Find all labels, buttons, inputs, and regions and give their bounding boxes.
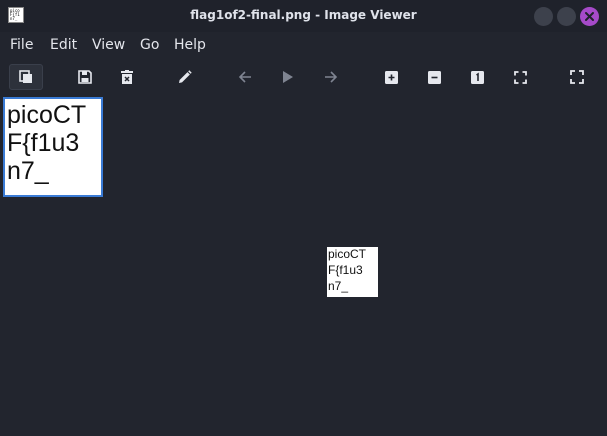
back-arrow-icon	[238, 71, 251, 83]
image-thumbnail[interactable]: picoCT F{f1u3 n7_	[3, 97, 103, 197]
save-icon	[78, 70, 92, 84]
menu-help[interactable]: Help	[174, 37, 206, 53]
edit-button[interactable]	[172, 65, 196, 89]
original-size-button[interactable]	[465, 65, 489, 89]
previous-button[interactable]	[233, 65, 257, 89]
zoom-in-button[interactable]	[379, 65, 403, 89]
next-button[interactable]	[319, 65, 343, 89]
image-line: F{f1u3	[328, 263, 363, 277]
image-gallery-icon	[19, 70, 32, 83]
title-bar: pico F{f1 n7_ flag1of2-final.png - Image…	[0, 0, 607, 32]
close-button[interactable]	[580, 7, 599, 26]
menu-view[interactable]: View	[92, 37, 125, 53]
thumbnail-image-text: picoCT F{f1u3 n7_	[5, 99, 101, 185]
close-icon	[585, 12, 594, 21]
maximize-button[interactable]	[557, 7, 576, 26]
thumbnail-line: picoCT	[7, 101, 87, 129]
forward-arrow-icon	[325, 71, 338, 83]
image-line: picoCT	[328, 247, 367, 261]
slideshow-button[interactable]	[276, 65, 300, 89]
displayed-image-text: picoCT F{f1u3 n7_	[327, 247, 378, 294]
edit-icon	[178, 69, 192, 83]
zoom-out-button[interactable]	[422, 65, 446, 89]
fit-window-icon	[513, 70, 527, 84]
delete-button[interactable]	[115, 65, 139, 89]
window-title: flag1of2-final.png - Image Viewer	[190, 8, 417, 22]
delete-icon	[121, 69, 133, 84]
image-line: n7_	[328, 279, 349, 293]
fit-window-button[interactable]	[508, 65, 532, 89]
menu-go[interactable]: Go	[140, 37, 159, 53]
toolbar	[0, 58, 607, 94]
save-button[interactable]	[73, 65, 97, 89]
displayed-image: picoCT F{f1u3 n7_	[327, 247, 378, 297]
thumbnail-line: F{f1u3	[7, 129, 80, 157]
fullscreen-button[interactable]	[565, 65, 589, 89]
thumbnail-line: n7_	[7, 157, 49, 185]
menu-edit[interactable]: Edit	[50, 37, 77, 53]
zoom-in-icon	[384, 70, 398, 84]
fullscreen-icon	[570, 70, 584, 84]
minimize-button[interactable]	[534, 7, 553, 26]
menu-bar: File Edit View Go Help	[0, 32, 607, 58]
menu-file[interactable]: File	[10, 37, 33, 53]
original-size-icon	[470, 70, 484, 84]
gallery-toggle-button[interactable]	[9, 64, 43, 90]
zoom-out-icon	[427, 70, 441, 84]
play-icon	[283, 71, 293, 83]
